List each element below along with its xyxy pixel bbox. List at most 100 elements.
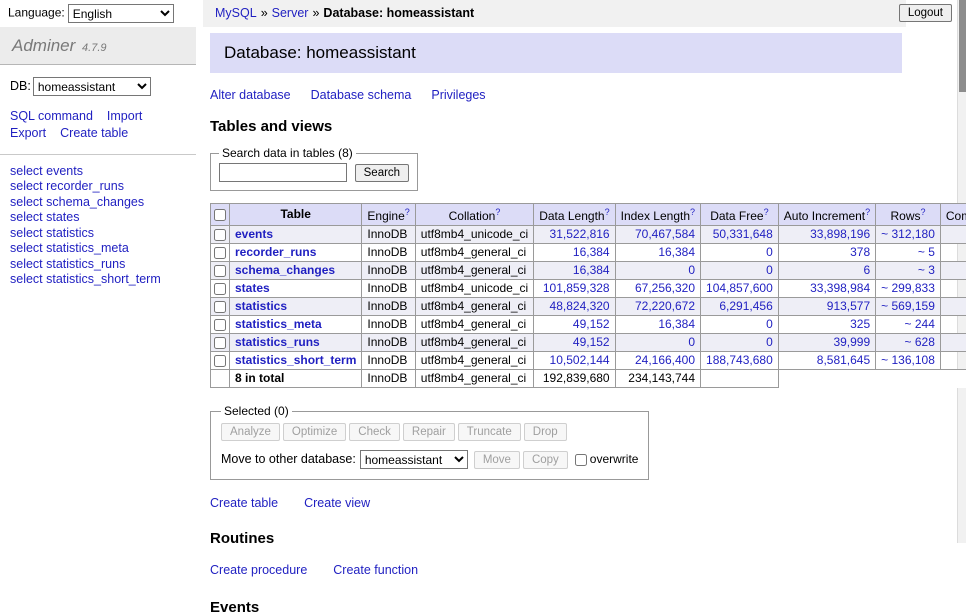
cell-index-length-link[interactable]: 70,467,584 bbox=[635, 227, 695, 241]
privileges-link[interactable]: Privileges bbox=[431, 88, 485, 102]
db-select[interactable]: homeassistant bbox=[33, 77, 151, 96]
cell-data-length-link[interactable]: 16,384 bbox=[573, 245, 610, 259]
row-checkbox-states[interactable] bbox=[214, 283, 226, 295]
search-button[interactable]: Search bbox=[355, 164, 409, 182]
cell-auto-increment-link[interactable]: 33,398,984 bbox=[810, 281, 870, 295]
scrollbar-thumb[interactable] bbox=[959, 0, 966, 92]
table-link-recorder_runs[interactable]: recorder_runs bbox=[235, 245, 316, 259]
sidebar-link-create-table[interactable]: Create table bbox=[60, 126, 128, 140]
cell-auto-increment-link[interactable]: 378 bbox=[850, 245, 870, 259]
cell-index-length-link[interactable]: 0 bbox=[688, 335, 695, 349]
cell-index-length-link[interactable]: 16,384 bbox=[658, 245, 695, 259]
create-table-link[interactable]: Create table bbox=[210, 496, 278, 510]
cell-data-length-link[interactable]: 101,859,328 bbox=[543, 281, 610, 295]
create-view-link[interactable]: Create view bbox=[304, 496, 370, 510]
cell-data-free-link[interactable]: 0 bbox=[766, 263, 773, 277]
cell-index-length-link[interactable]: 67,256,320 bbox=[635, 281, 695, 295]
column-help-icon[interactable]: ? bbox=[764, 207, 769, 217]
sidebar-select-schema-changes[interactable]: select schema_changes bbox=[10, 195, 144, 209]
cell-table-name: statistics_runs bbox=[230, 334, 362, 352]
table-link-statistics_meta[interactable]: statistics_meta bbox=[235, 317, 322, 331]
cell-engine: InnoDB bbox=[362, 352, 415, 370]
cell-data-free-link[interactable]: 188,743,680 bbox=[706, 353, 773, 367]
column-help-icon[interactable]: ? bbox=[405, 207, 410, 217]
cell-data-length-link[interactable]: 49,152 bbox=[573, 317, 610, 331]
table-link-statistics_runs[interactable]: statistics_runs bbox=[235, 335, 320, 349]
cell-index-length-link[interactable]: 72,220,672 bbox=[635, 299, 695, 313]
language-select[interactable]: English bbox=[68, 4, 174, 23]
table-link-events[interactable]: events bbox=[235, 227, 273, 241]
cell-data-free-link[interactable]: 104,857,600 bbox=[706, 281, 773, 295]
create-function-link[interactable]: Create function bbox=[333, 563, 418, 577]
row-checkbox-schema_changes[interactable] bbox=[214, 265, 226, 277]
cell-auto-increment-link[interactable]: 39,999 bbox=[833, 335, 870, 349]
database-schema-link[interactable]: Database schema bbox=[311, 88, 412, 102]
sidebar-table-item: select statistics_runs bbox=[10, 257, 186, 273]
overwrite-label[interactable]: overwrite bbox=[575, 452, 639, 466]
cell-data-length: 16,384 bbox=[534, 244, 615, 262]
sidebar-link-import[interactable]: Import bbox=[107, 109, 142, 123]
sidebar-select-recorder-runs[interactable]: select recorder_runs bbox=[10, 179, 124, 193]
breadcrumb-link-mysql[interactable]: MySQL bbox=[215, 6, 257, 20]
sidebar-select-statistics-short-term[interactable]: select statistics_short_term bbox=[10, 272, 161, 286]
cell-auto-increment-link[interactable]: 8,581,645 bbox=[817, 353, 870, 367]
table-link-statistics_short_term[interactable]: statistics_short_term bbox=[235, 353, 356, 367]
cell-data-length-link[interactable]: 10,502,144 bbox=[550, 353, 610, 367]
create-procedure-link[interactable]: Create procedure bbox=[210, 563, 307, 577]
cell-auto-increment-link[interactable]: 325 bbox=[850, 317, 870, 331]
column-help-icon[interactable]: ? bbox=[921, 207, 926, 217]
table-link-states[interactable]: states bbox=[235, 281, 270, 295]
cell-data-length-link[interactable]: 31,522,816 bbox=[550, 227, 610, 241]
cell-rows-link[interactable]: ~ 628 bbox=[905, 335, 935, 349]
cell-data-free-link[interactable]: 6,291,456 bbox=[719, 299, 772, 313]
table-link-statistics[interactable]: statistics bbox=[235, 299, 287, 313]
cell-data-free-link[interactable]: 0 bbox=[766, 335, 773, 349]
cell-data-free-link[interactable]: 50,331,648 bbox=[713, 227, 773, 241]
cell-rows-link[interactable]: ~ 244 bbox=[905, 317, 935, 331]
row-checkbox-events[interactable] bbox=[214, 229, 226, 241]
sidebar-table-item: select states bbox=[10, 210, 186, 226]
sidebar-select-statistics-meta[interactable]: select statistics_meta bbox=[10, 241, 129, 255]
column-help-icon[interactable]: ? bbox=[865, 207, 870, 217]
column-help-icon[interactable]: ? bbox=[690, 207, 695, 217]
cell-auto-increment-link[interactable]: 6 bbox=[863, 263, 870, 277]
sidebar-select-statistics-runs[interactable]: select statistics_runs bbox=[10, 257, 125, 271]
move-db-select[interactable]: homeassistant bbox=[360, 450, 468, 469]
cell-table-name: recorder_runs bbox=[230, 244, 362, 262]
column-help-icon[interactable]: ? bbox=[495, 207, 500, 217]
cell-data-free-link[interactable]: 0 bbox=[766, 245, 773, 259]
alter-database-link[interactable]: Alter database bbox=[210, 88, 291, 102]
cell-rows-link[interactable]: ~ 5 bbox=[918, 245, 935, 259]
sidebar-select-events[interactable]: select events bbox=[10, 164, 83, 178]
sidebar-select-states[interactable]: select states bbox=[10, 210, 79, 224]
cell-auto-increment-link[interactable]: 913,577 bbox=[827, 299, 870, 313]
cell-rows-link[interactable]: ~ 136,108 bbox=[881, 353, 935, 367]
cell-index-length-link[interactable]: 16,384 bbox=[658, 317, 695, 331]
cell-data-length-link[interactable]: 48,824,320 bbox=[550, 299, 610, 313]
overwrite-checkbox[interactable] bbox=[575, 454, 587, 466]
cell-data-length-link[interactable]: 16,384 bbox=[573, 263, 610, 277]
cell-auto-increment-link[interactable]: 33,898,196 bbox=[810, 227, 870, 241]
cell-rows-link[interactable]: ~ 312,180 bbox=[881, 227, 935, 241]
cell-data-free-link[interactable]: 0 bbox=[766, 317, 773, 331]
cell-rows-link[interactable]: ~ 299,833 bbox=[881, 281, 935, 295]
cell-data-length-link[interactable]: 49,152 bbox=[573, 335, 610, 349]
logout-button[interactable]: Logout bbox=[899, 4, 952, 22]
select-all-checkbox[interactable] bbox=[214, 209, 226, 221]
cell-rows-link[interactable]: ~ 569,159 bbox=[881, 299, 935, 313]
row-checkbox-statistics_meta[interactable] bbox=[214, 319, 226, 331]
row-checkbox-statistics_runs[interactable] bbox=[214, 337, 226, 349]
cell-index-length-link[interactable]: 0 bbox=[688, 263, 695, 277]
cell-rows-link[interactable]: ~ 3 bbox=[918, 263, 935, 277]
table-link-schema_changes[interactable]: schema_changes bbox=[235, 263, 335, 277]
sidebar-select-statistics[interactable]: select statistics bbox=[10, 226, 94, 240]
row-checkbox-recorder_runs[interactable] bbox=[214, 247, 226, 259]
breadcrumb-link-server[interactable]: Server bbox=[272, 6, 309, 20]
cell-index-length-link[interactable]: 24,166,400 bbox=[635, 353, 695, 367]
row-checkbox-statistics_short_term[interactable] bbox=[214, 355, 226, 367]
column-help-icon[interactable]: ? bbox=[605, 207, 610, 217]
sidebar-link-sql-command[interactable]: SQL command bbox=[10, 109, 93, 123]
search-input[interactable] bbox=[219, 163, 347, 182]
sidebar-link-export[interactable]: Export bbox=[10, 126, 46, 140]
row-checkbox-statistics[interactable] bbox=[214, 301, 226, 313]
